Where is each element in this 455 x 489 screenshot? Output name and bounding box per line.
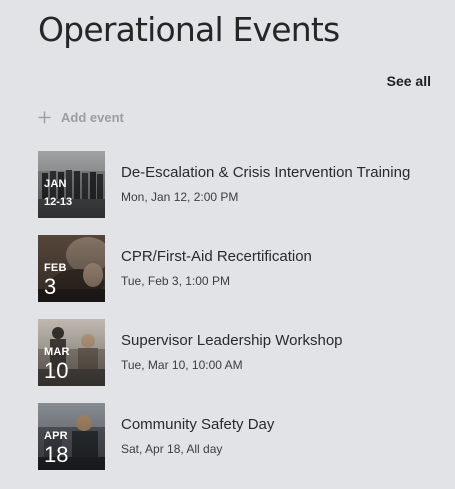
event-datetime: Sat, Apr 18, All day bbox=[121, 442, 223, 456]
event-datetime: Tue, Feb 3, 1:00 PM bbox=[121, 274, 230, 288]
event-title[interactable]: CPR/First-Aid Recertification bbox=[121, 247, 312, 267]
event-thumbnail: APR 18 bbox=[38, 402, 105, 470]
event-day: 10 bbox=[44, 357, 69, 383]
see-all-link[interactable]: See all bbox=[387, 73, 431, 89]
event-day: 3 bbox=[44, 273, 57, 299]
event-item[interactable]: APR 18 Community Safety Day Sat, Apr 18,… bbox=[38, 402, 438, 470]
event-month: JAN bbox=[44, 177, 67, 190]
event-item[interactable]: MAR 10 Supervisor Leadership Workshop Tu… bbox=[38, 318, 438, 386]
event-datetime: Mon, Jan 12, 2:00 PM bbox=[121, 190, 239, 204]
event-day: 12-13 bbox=[44, 195, 73, 208]
event-day: 18 bbox=[44, 441, 69, 467]
event-item[interactable]: JAN 12-13 De-Escalation & Crisis Interve… bbox=[38, 150, 438, 218]
event-month: FEB bbox=[44, 261, 67, 274]
plus-icon bbox=[38, 111, 51, 123]
event-thumbnail: FEB 3 bbox=[38, 234, 105, 302]
event-datetime: Tue, Mar 10, 10:00 AM bbox=[121, 358, 243, 372]
event-month: APR bbox=[44, 429, 68, 442]
add-event-button[interactable]: Add event bbox=[38, 108, 124, 126]
add-event-label: Add event bbox=[61, 109, 124, 125]
event-title[interactable]: Supervisor Leadership Workshop bbox=[121, 331, 343, 351]
page-title: Operational Events bbox=[38, 10, 340, 49]
event-title[interactable]: De-Escalation & Crisis Intervention Trai… bbox=[121, 163, 410, 183]
event-month: MAR bbox=[44, 345, 70, 358]
event-title[interactable]: Community Safety Day bbox=[121, 415, 274, 435]
events-list: JAN 12-13 De-Escalation & Crisis Interve… bbox=[38, 150, 438, 486]
event-thumbnail: MAR 10 bbox=[38, 318, 105, 386]
event-item[interactable]: FEB 3 CPR/First-Aid Recertification Tue,… bbox=[38, 234, 438, 302]
event-thumbnail: JAN 12-13 bbox=[38, 150, 105, 218]
